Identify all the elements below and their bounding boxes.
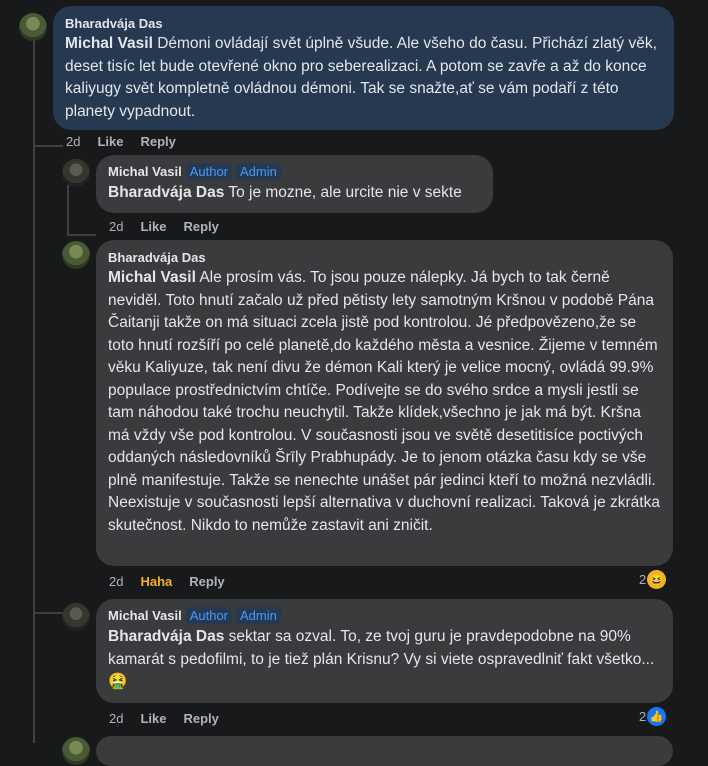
mention-link[interactable]: Bharadvája Das xyxy=(108,184,224,201)
like-button[interactable]: Like xyxy=(97,134,123,149)
comment-author[interactable]: Bharadvája Das xyxy=(108,250,661,265)
comment-text: Michal Vasil Ale prosím vás. To jsou pou… xyxy=(108,267,661,537)
comment-author[interactable]: Michal Vasil xyxy=(108,608,182,623)
comment-actions: 2d Like Reply xyxy=(66,134,193,149)
comment-bubble: Michal Vasil Author Admin Bharadvája Das T… xyxy=(96,155,493,213)
thread-connector xyxy=(33,145,63,147)
comment-text: Bharadvája Das To je mozne, ale urcite n… xyxy=(108,182,481,205)
comment-body: Démoni ovládají svět úplně všude. Ale vš… xyxy=(65,35,657,120)
timestamp[interactable]: 2d xyxy=(109,711,123,726)
comment-bubble: Bharadvája Das Michal Vasil Ale prosím v… xyxy=(96,240,673,566)
haha-emoji-icon: 😆 xyxy=(647,570,667,589)
timestamp[interactable]: 2d xyxy=(109,574,123,589)
comment-bubble: Michal Vasil Author Admin Bharadvája Das s… xyxy=(96,599,673,703)
like-emoji-icon: 👍 xyxy=(647,707,667,726)
reply-button[interactable]: Reply xyxy=(183,219,218,234)
comment-actions: 2d Haha Reply xyxy=(109,574,242,589)
thread-connector xyxy=(33,612,63,614)
avatar[interactable] xyxy=(62,159,90,187)
reaction-count: 2 xyxy=(639,572,647,587)
mention-link[interactable]: Bharadvája Das xyxy=(108,628,224,645)
admin-badge: Admin xyxy=(236,163,281,180)
comment-body: To je mozne, ale urcite nie v sekte xyxy=(224,184,462,201)
admin-badge: Admin xyxy=(236,607,281,624)
comment-header: Michal Vasil Author Admin xyxy=(108,163,481,181)
thread-line-inner xyxy=(67,185,69,235)
like-button[interactable]: Like xyxy=(140,711,166,726)
mention-link[interactable]: Michal Vasil xyxy=(65,35,153,52)
reply-button[interactable]: Reply xyxy=(189,574,224,589)
reply-button[interactable]: Reply xyxy=(140,134,175,149)
avatar[interactable] xyxy=(62,603,90,631)
comment-header: Michal Vasil Author Admin xyxy=(108,607,661,625)
avatar[interactable] xyxy=(62,737,90,765)
thread-connector xyxy=(67,234,96,236)
comment-actions: 2d Like Reply xyxy=(109,711,236,726)
like-button[interactable]: Like xyxy=(140,219,166,234)
comment-bubble: Bharadvája Das Michal Vasil Démoni ovlád… xyxy=(53,6,674,130)
author-badge: Author xyxy=(185,163,233,180)
timestamp[interactable]: 2d xyxy=(66,134,80,149)
avatar[interactable] xyxy=(19,13,47,41)
reaction-summary[interactable]: 2 😆 xyxy=(639,570,667,589)
comment-text: Michal Vasil Démoni ovládají svět úplně … xyxy=(65,33,662,123)
reaction-count: 2 xyxy=(639,709,647,724)
reply-button[interactable]: Reply xyxy=(183,711,218,726)
author-badge: Author xyxy=(185,607,233,624)
comment-bubble xyxy=(96,736,673,766)
haha-reaction-button[interactable]: Haha xyxy=(140,574,172,589)
comment-text: Bharadvája Das sektar sa ozval. To, ze t… xyxy=(108,626,661,694)
mention-link[interactable]: Michal Vasil xyxy=(108,269,196,286)
timestamp[interactable]: 2d xyxy=(109,219,123,234)
comment-author[interactable]: Bharadvája Das xyxy=(65,16,662,31)
comment-body: Ale prosím vás. To jsou pouze nálepky. J… xyxy=(108,269,660,534)
comment-actions: 2d Like Reply xyxy=(109,219,236,234)
comment-author[interactable]: Michal Vasil xyxy=(108,164,182,179)
avatar[interactable] xyxy=(62,241,90,269)
reaction-summary[interactable]: 2 👍 xyxy=(639,707,667,726)
